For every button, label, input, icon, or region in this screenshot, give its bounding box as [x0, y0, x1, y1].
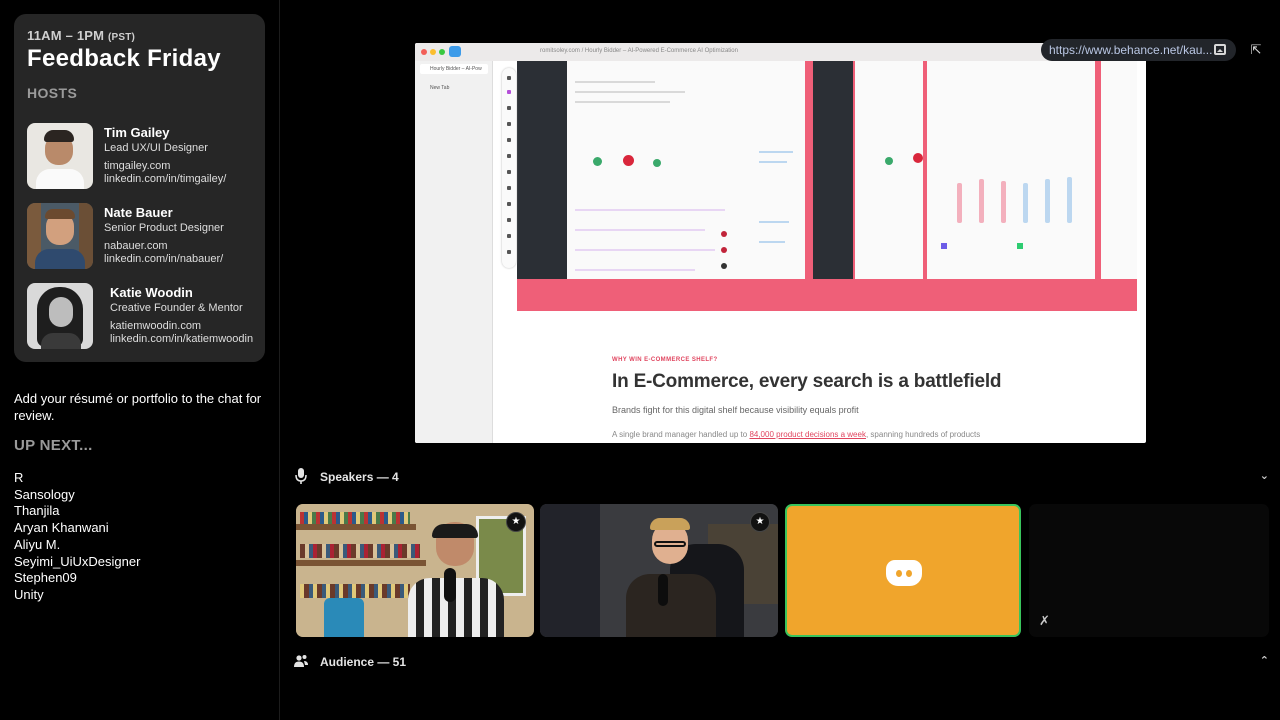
section-subline: Brands fight for this digital shelf beca… [612, 405, 859, 415]
queue-item: Aryan Khanwani [14, 520, 109, 536]
image-icon [1214, 44, 1226, 55]
maximize-dot-icon [439, 49, 445, 55]
browser-tab-bar: romitsoley.com / Hourly Bidder – AI-Powe… [415, 43, 1146, 61]
section-headline: In E-Commerce, every search is a battlef… [612, 371, 1002, 392]
browser-tab: Hourly Bidder – AI-Pow [420, 64, 488, 74]
avatar [27, 203, 93, 269]
speaker-tile-speaking[interactable] [785, 504, 1021, 637]
muted-microphone-icon: ✗ [1039, 613, 1050, 628]
host-website-link[interactable]: timgailey.com [104, 160, 226, 173]
new-tab: New Tab [430, 85, 450, 91]
stream-url: https://www.behance.net/kau... [1049, 43, 1213, 57]
host-linkedin-link[interactable]: linkedin.com/in/timgailey/ [104, 173, 226, 186]
microphone-icon [295, 468, 307, 484]
audience-header[interactable]: Audience — 51 ⌃ [294, 652, 1269, 672]
stream-url-chip[interactable]: https://www.behance.net/kau... [1041, 39, 1236, 61]
section-eyebrow: WHY WIN E-COMMERCE SHELF? [612, 357, 718, 363]
hosts-heading: HOSTS [27, 85, 78, 101]
minimize-dot-icon [430, 49, 436, 55]
screen-share[interactable]: romitsoley.com / Hourly Bidder – AI-Powe… [415, 43, 1146, 443]
queue-item: Sansology [14, 486, 75, 502]
event-title: Feedback Friday [27, 45, 221, 72]
host-website-link[interactable]: nabauer.com [104, 240, 224, 253]
up-next-queue: R Sansology Thanjila Aryan Khanwani Aliy… [14, 470, 140, 604]
queue-item: Unity [14, 586, 44, 602]
event-time: 11AM – 1PM (PST) [27, 28, 136, 43]
speakers-label: Speakers — 4 [320, 470, 399, 484]
artboard [517, 61, 567, 279]
artboard [855, 61, 923, 279]
queue-item: Stephen09 [14, 570, 77, 586]
up-next-heading: UP NEXT... [14, 437, 93, 454]
host-linkedin-link[interactable]: linkedin.com/in/nabauer/ [104, 253, 224, 266]
inline-link[interactable]: 84,000 product decisions a week [749, 430, 866, 439]
host-tim-gailey: Tim Gailey Lead UX/UI Designer timgailey… [27, 123, 257, 189]
artboard [1101, 61, 1137, 279]
avatar [27, 123, 93, 189]
artboard [567, 61, 805, 279]
host-role: Senior Product Designer [104, 222, 224, 234]
event-panel: 11AM – 1PM (PST) Feedback Friday HOSTS T… [0, 0, 280, 720]
host-name: Tim Gailey [104, 125, 170, 140]
speaker-tile[interactable] [1029, 504, 1269, 637]
queue-item: Aliyu M. [14, 536, 61, 552]
chevron-up-icon[interactable]: ⌃ [1260, 654, 1269, 667]
host-role: Lead UX/UI Designer [104, 142, 208, 154]
avatar [27, 283, 93, 349]
audience-label: Audience — 51 [320, 655, 407, 669]
speaker-tile[interactable]: ★ [296, 504, 534, 637]
chevron-down-icon[interactable]: ⌄ [1260, 469, 1269, 482]
host-linkedin-link[interactable]: linkedin.com/in/katiemwoodin [110, 333, 253, 346]
people-icon [294, 655, 308, 667]
section-body: A single brand manager handled up to 84,… [612, 430, 981, 439]
address-bar: romitsoley.com / Hourly Bidder – AI-Powe… [540, 48, 738, 54]
speaker-tile[interactable]: ★ [540, 504, 778, 637]
artboard [927, 61, 1095, 279]
host-name: Katie Woodin [110, 285, 193, 300]
moderator-badge-icon: ★ [506, 512, 526, 532]
browser-sidebar: Hourly Bidder – AI-Pow New Tab [415, 61, 493, 443]
moderator-badge-icon: ★ [750, 512, 770, 532]
speakers-header[interactable]: Speakers — 4 ⌄ [294, 467, 1269, 487]
event-card: 11AM – 1PM (PST) Feedback Friday HOSTS T… [14, 14, 265, 362]
host-name: Nate Bauer [104, 205, 173, 220]
queue-item: Thanjila [14, 503, 60, 519]
queue-item: R [14, 470, 24, 485]
design-canvas [517, 61, 1137, 311]
sidebar-toggle-icon [449, 46, 461, 57]
close-dot-icon [421, 49, 427, 55]
popout-icon[interactable]: ⇱ [1249, 43, 1263, 57]
review-note: Add your résumé or portfolio to the chat… [14, 391, 262, 423]
discord-logo-icon [886, 560, 922, 586]
host-role: Creative Founder & Mentor [110, 302, 243, 314]
artboard [813, 61, 853, 279]
host-katie-woodin: Katie Woodin Creative Founder & Mentor k… [27, 283, 257, 349]
queue-item: Seyimi_UiUxDesigner [14, 553, 141, 569]
host-website-link[interactable]: katiemwoodin.com [110, 320, 253, 333]
tool-palette[interactable] [502, 68, 516, 268]
host-nate-bauer: Nate Bauer Senior Product Designer nabau… [27, 203, 257, 269]
